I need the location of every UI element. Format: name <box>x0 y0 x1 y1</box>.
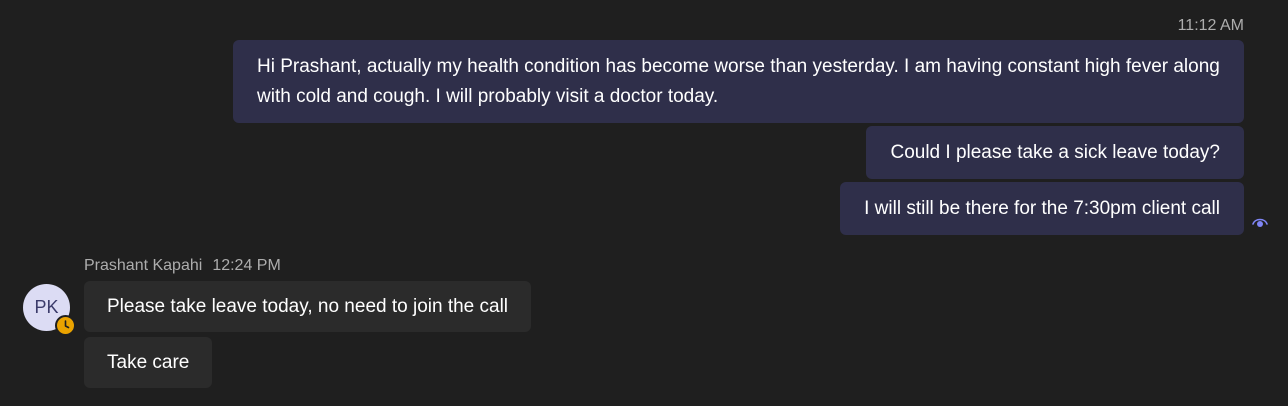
their-message-bubble[interactable]: Take care <box>84 337 213 388</box>
sender-name[interactable]: Prashant Kapahi <box>84 257 202 274</box>
my-message-bubble[interactable]: Could I please take a sick leave today? <box>866 126 1244 179</box>
avatar-initials: PK <box>34 297 59 317</box>
seen-eye-icon <box>1252 218 1268 227</box>
my-message-bubble[interactable]: Hi Prashant, actually my health conditio… <box>233 40 1244 123</box>
message-text: Hi Prashant, actually my health conditio… <box>257 56 1220 107</box>
their-message-bubble[interactable]: Please take leave today, no need to join… <box>84 281 532 332</box>
away-clock-icon <box>55 315 76 336</box>
message-text: Take care <box>107 352 190 373</box>
my-message-timestamp: 11:12 AM <box>1177 17 1244 34</box>
their-message-timestamp: 12:24 PM <box>212 257 281 274</box>
sender-header: Prashant Kapahi 12:24 PM <box>84 256 281 276</box>
message-text: Could I please take a sick leave today? <box>890 142 1220 163</box>
my-message-bubble[interactable]: I will still be there for the 7:30pm cli… <box>840 182 1244 235</box>
chat-canvas: 11:12 AM Hi Prashant, actually my health… <box>0 0 1288 406</box>
message-text: Please take leave today, no need to join… <box>107 296 509 317</box>
message-text: I will still be there for the 7:30pm cli… <box>864 198 1220 219</box>
